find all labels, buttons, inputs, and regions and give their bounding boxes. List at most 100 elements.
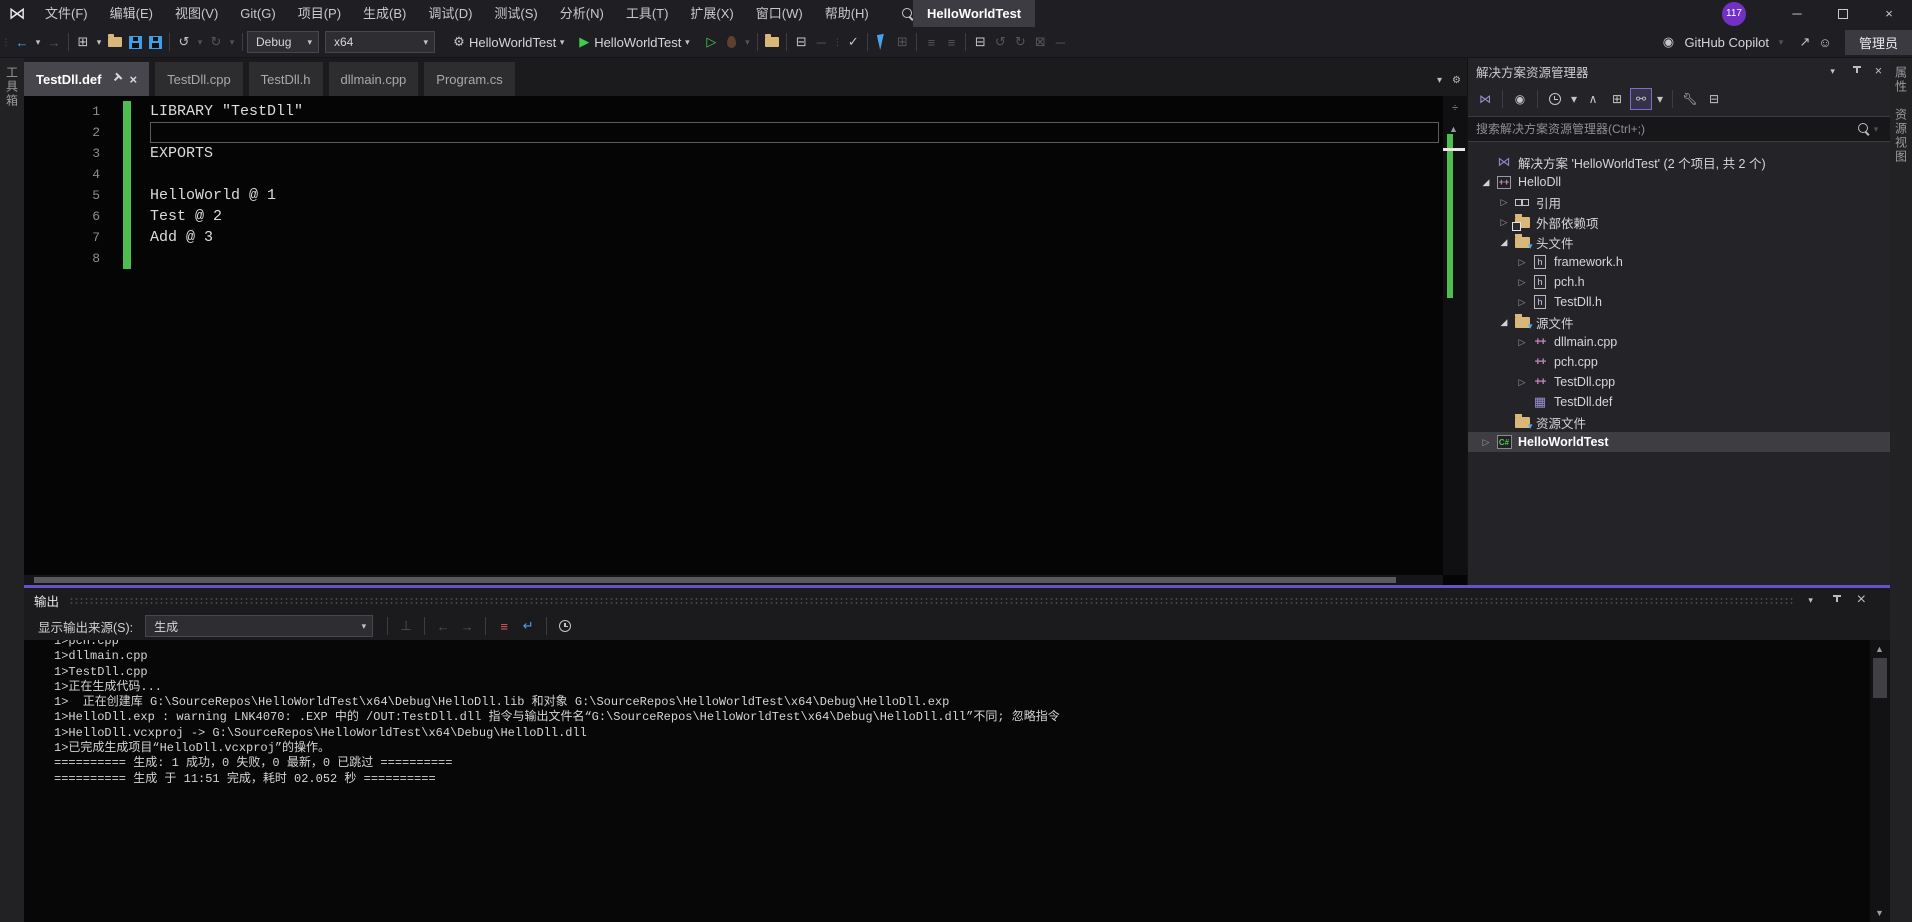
menu-item[interactable]: 分析(N) [549, 0, 615, 27]
menu-item[interactable]: 文件(F) [34, 0, 99, 27]
save-button[interactable] [129, 36, 142, 49]
solution-explorer-shortcut-button[interactable] [791, 31, 811, 53]
tree-item[interactable]: ◢源文件 [1468, 312, 1890, 332]
navigate-back-caret-icon[interactable] [32, 31, 44, 53]
tree-item[interactable]: ▷外部依赖项 [1468, 212, 1890, 232]
solution-search-box[interactable] [1468, 116, 1890, 142]
show-all-files-button[interactable]: ⊟ [1703, 88, 1725, 110]
toggle-word-wrap-button[interactable] [518, 615, 538, 637]
find-in-files-button[interactable] [765, 37, 779, 47]
redo-button[interactable] [206, 31, 226, 53]
tree-item[interactable]: ▷++dllmain.cpp [1468, 332, 1890, 352]
maximize-button[interactable] [1820, 0, 1866, 27]
tree-item[interactable]: ▷hframework.h [1468, 252, 1890, 272]
tree-item[interactable]: ▷hpch.h [1468, 272, 1890, 292]
hot-reload-button[interactable] [727, 36, 736, 48]
paste-button[interactable] [892, 31, 912, 53]
code-line[interactable]: 8 [24, 248, 1443, 269]
decrease-indent-button[interactable] [921, 31, 941, 53]
collapsed-arrow-icon[interactable]: ▷ [1514, 257, 1530, 268]
collapsed-arrow-icon[interactable]: ▷ [1514, 297, 1530, 308]
code-line[interactable]: 4 [24, 164, 1443, 185]
search-icon[interactable] [1858, 123, 1870, 135]
document-tab[interactable]: TestDll.cpp [155, 62, 243, 96]
collapsed-arrow-icon[interactable]: ▷ [1478, 437, 1494, 448]
editor-split-grip-icon[interactable]: ÷ [1447, 102, 1463, 116]
expanded-arrow-icon[interactable]: ◢ [1496, 237, 1512, 248]
sync-with-active-document-button[interactable]: ⊞ [1606, 88, 1628, 110]
next-bookmark-button[interactable] [1010, 31, 1030, 53]
code-line[interactable]: 1LIBRARY "TestDll" [24, 101, 1443, 122]
panel-drag-texture[interactable] [69, 597, 1795, 606]
document-tab[interactable]: Program.cs [424, 62, 514, 96]
output-close-icon[interactable]: × [1857, 591, 1866, 609]
tree-item[interactable]: ◢头文件 [1468, 232, 1890, 252]
hscroll-thumb[interactable] [34, 577, 1396, 583]
tree-item[interactable]: ▷hTestDll.h [1468, 292, 1890, 312]
sync-caret-icon[interactable]: ▾ [1654, 88, 1666, 110]
open-files-filter-button[interactable] [1549, 93, 1561, 105]
startup-item-caret-icon[interactable] [556, 31, 568, 53]
menu-item[interactable]: 扩展(X) [679, 0, 744, 27]
select-pointer-button[interactable] [877, 34, 887, 51]
collapsed-arrow-icon[interactable]: ▷ [1496, 217, 1512, 228]
search-options-caret-icon[interactable] [1870, 118, 1882, 140]
menu-item[interactable]: 帮助(H) [814, 0, 880, 27]
toolbar-overflow2-icon[interactable] [1050, 31, 1070, 53]
toggle-bookmark-button[interactable] [970, 31, 990, 53]
redo-caret-icon[interactable] [226, 31, 238, 53]
tab-list-caret-icon[interactable]: ▾ [1437, 75, 1442, 86]
run-target-caret-icon[interactable] [681, 31, 693, 53]
save-all-button[interactable] [149, 36, 162, 49]
solution-platform-dropdown[interactable]: x64▾ [325, 31, 435, 53]
expanded-arrow-icon[interactable]: ◢ [1496, 317, 1512, 328]
startup-item-label[interactable]: HelloWorldTest [469, 35, 556, 50]
output-source-dropdown[interactable]: 生成▾ [145, 615, 373, 637]
menu-item[interactable]: 编辑(E) [99, 0, 164, 27]
editor-options-gear-icon[interactable]: ⚙ [1452, 75, 1461, 86]
code-editor[interactable]: 1LIBRARY "TestDll"23EXPORTS45HelloWorld … [24, 96, 1467, 585]
timestamp-toggle-button[interactable] [559, 620, 571, 632]
document-tab[interactable]: TestDll.def× [24, 62, 149, 96]
tree-item[interactable]: 资源文件 [1468, 412, 1890, 432]
start-debugging-button[interactable] [574, 31, 594, 53]
start-without-debugging-button[interactable] [701, 31, 721, 53]
minimize-button[interactable]: ─ [1774, 0, 1820, 27]
toolbar-overflow-icon[interactable] [811, 31, 831, 53]
collapsed-arrow-icon[interactable]: ▷ [1514, 277, 1530, 288]
menu-item[interactable]: 窗口(W) [745, 0, 814, 27]
pin-tab-icon[interactable] [107, 71, 124, 88]
properties-wrench-button[interactable]: 🔧︎ [1679, 88, 1701, 110]
autohide-tab[interactable]: 资源视图 [1893, 108, 1910, 164]
pending-changes-filter-button[interactable]: ◉ [1509, 88, 1531, 110]
tree-item[interactable]: ▷引用 [1468, 192, 1890, 212]
close-button[interactable]: × [1866, 0, 1912, 27]
previous-bookmark-button[interactable] [990, 31, 1010, 53]
output-position-caret-icon[interactable] [1805, 589, 1817, 611]
open-file-button[interactable] [108, 37, 122, 47]
menu-item[interactable]: 工具(T) [615, 0, 680, 27]
menu-item[interactable]: 调试(D) [417, 0, 483, 27]
tree-item[interactable]: ⋈解决方案 'HelloWorldTest' (2 个项目, 共 2 个) [1468, 152, 1890, 172]
clear-all-output-button[interactable] [494, 615, 514, 637]
new-project-caret-icon[interactable] [93, 31, 105, 53]
tree-item[interactable]: ++pch.cpp [1468, 352, 1890, 372]
next-message-button[interactable] [457, 615, 477, 637]
scroll-down-icon[interactable]: ▼ [1875, 908, 1884, 918]
feedback-button[interactable] [1815, 31, 1835, 53]
filter-caret-icon[interactable]: ▾ [1568, 88, 1580, 110]
collapsed-arrow-icon[interactable]: ▷ [1514, 337, 1530, 348]
autohide-tab[interactable]: 工具箱 [4, 66, 21, 108]
output-vertical-scrollbar[interactable]: ▲ ▼ [1870, 640, 1890, 922]
tree-item[interactable]: ◢++HelloDll [1468, 172, 1890, 192]
code-line[interactable]: 5HelloWorld @ 1 [24, 185, 1443, 206]
hot-reload-caret-icon[interactable] [741, 31, 753, 53]
user-avatar[interactable]: 117 [1722, 2, 1746, 26]
solution-configuration-dropdown[interactable]: Debug▾ [247, 31, 319, 53]
document-tab[interactable]: TestDll.h [249, 62, 323, 96]
document-tab[interactable]: dllmain.cpp [329, 62, 419, 96]
menu-item[interactable]: 视图(V) [164, 0, 229, 27]
code-line[interactable]: 2 [24, 122, 1443, 143]
navigate-forward-button[interactable] [44, 31, 64, 53]
autohide-tab[interactable]: 属性 [1893, 66, 1910, 94]
